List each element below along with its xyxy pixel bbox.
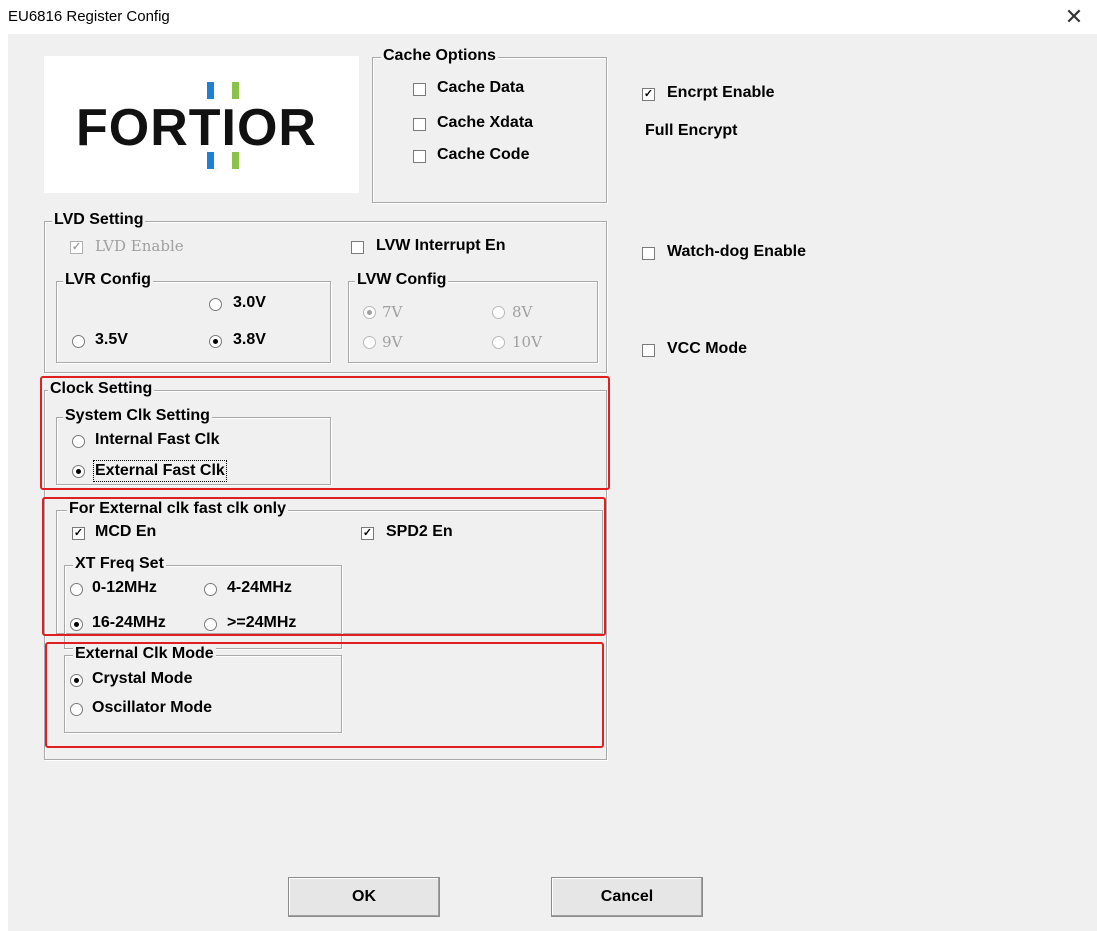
- logo-bar-top-green: [232, 82, 239, 99]
- cache-code-checkbox[interactable]: [413, 150, 426, 163]
- logo-text: FORTIOR: [76, 99, 317, 157]
- lvr-3-0v-radio[interactable]: [209, 298, 222, 311]
- lvw-interrupt-checkbox[interactable]: [351, 241, 364, 254]
- title-bar: EU6816 Register Config ✕: [0, 0, 1097, 34]
- lvw-interrupt-label[interactable]: LVW Interrupt En: [376, 237, 505, 255]
- lvr-config-group: LVR Config: [56, 271, 331, 363]
- cache-options-legend: Cache Options: [381, 47, 498, 65]
- lvr-3-0v-label[interactable]: 3.0V: [233, 294, 266, 312]
- encrypt-mode-text: Full Encrypt: [645, 122, 738, 139]
- window-title: EU6816 Register Config: [8, 8, 170, 25]
- ok-button-label: OK: [352, 888, 376, 905]
- vcc-mode-checkbox[interactable]: [642, 344, 655, 357]
- highlight-external-clk: [42, 497, 606, 636]
- cache-code-label[interactable]: Cache Code: [437, 146, 529, 164]
- watchdog-enable-checkbox[interactable]: [642, 247, 655, 260]
- fortior-logo: FORTIOR: [44, 56, 359, 193]
- lvr-3-5v-label[interactable]: 3.5V: [95, 331, 128, 349]
- lvw-7v-label: 7V: [382, 303, 403, 321]
- dialog-body: FORTIOR Cache Options Cache Data Cache X…: [8, 34, 1097, 931]
- cache-data-checkbox[interactable]: [413, 83, 426, 96]
- lvw-7v-radio: [363, 306, 376, 319]
- lvd-enable-label: LVD Enable: [95, 237, 184, 255]
- highlight-clock-setting: [40, 376, 610, 490]
- cache-xdata-label[interactable]: Cache Xdata: [437, 114, 533, 132]
- lvw-8v-radio: [492, 306, 505, 319]
- lvd-setting-legend: LVD Setting: [52, 211, 146, 229]
- encrypt-enable-checkbox[interactable]: ✓: [642, 88, 655, 101]
- lvr-3-5v-radio[interactable]: [72, 335, 85, 348]
- lvr-3-8v-label[interactable]: 3.8V: [233, 331, 266, 349]
- highlight-clk-mode: [45, 642, 604, 748]
- cancel-button[interactable]: Cancel: [551, 877, 703, 917]
- cache-data-label[interactable]: Cache Data: [437, 79, 524, 97]
- close-icon[interactable]: ✕: [1061, 4, 1087, 30]
- cancel-button-label: Cancel: [600, 888, 654, 905]
- lvw-10v-label: 10V: [512, 333, 542, 351]
- lvr-3-8v-radio[interactable]: [209, 335, 222, 348]
- lvw-config-legend: LVW Config: [355, 271, 449, 289]
- logo-bar-bottom-blue: [207, 152, 214, 169]
- lvw-9v-label: 9V: [382, 333, 403, 351]
- encrypt-enable-label[interactable]: Encrpt Enable: [667, 84, 775, 102]
- lvw-9v-radio: [363, 336, 376, 349]
- watchdog-enable-label[interactable]: Watch-dog Enable: [667, 243, 806, 261]
- cache-xdata-checkbox[interactable]: [413, 118, 426, 131]
- vcc-mode-label[interactable]: VCC Mode: [667, 340, 747, 358]
- lvr-config-legend: LVR Config: [63, 271, 153, 289]
- lvw-8v-label: 8V: [512, 303, 533, 321]
- logo-bar-top-blue: [207, 82, 214, 99]
- lvd-enable-checkbox: ✓: [70, 241, 83, 254]
- ok-button[interactable]: OK: [288, 877, 440, 917]
- lvw-10v-radio: [492, 336, 505, 349]
- logo-bar-bottom-green: [232, 152, 239, 169]
